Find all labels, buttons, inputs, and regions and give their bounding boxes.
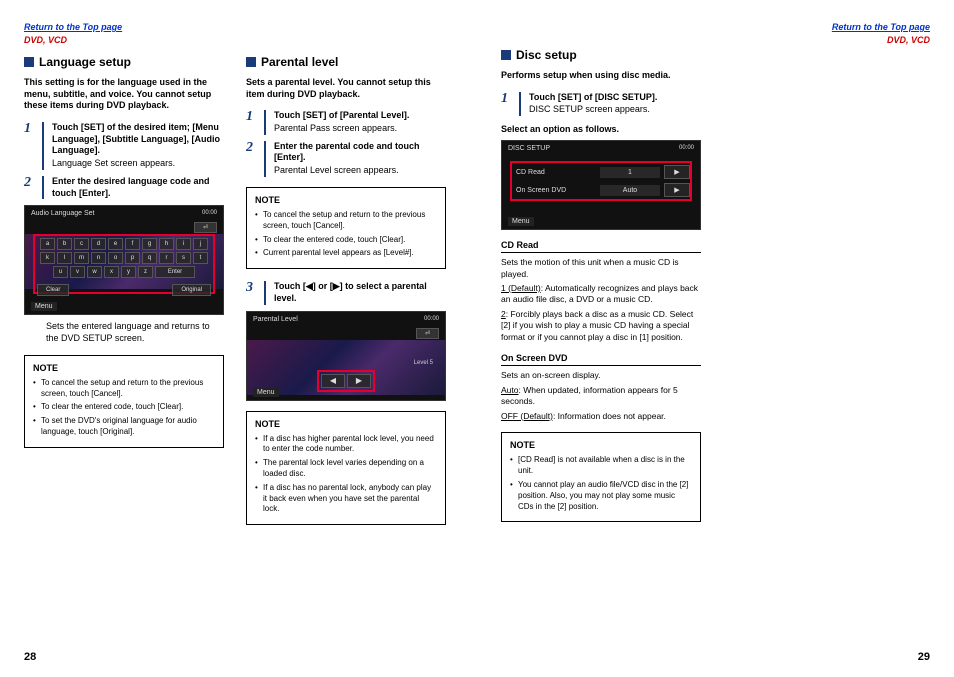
menu-button[interactable]: Menu <box>31 302 57 311</box>
key[interactable]: y <box>121 266 136 278</box>
step-number: 2 <box>24 176 36 199</box>
return-link-right[interactable]: Return to the Top page <box>832 22 930 32</box>
note-box-parental-2: NOTE If a disc has higher parental lock … <box>246 411 446 526</box>
section-tag-right: DVD, VCD <box>832 35 930 45</box>
note-box-disc: NOTE [CD Read] is not available when a d… <box>501 432 701 522</box>
key[interactable]: x <box>104 266 119 278</box>
key[interactable]: a <box>40 238 55 250</box>
option-body-cd-read: Sets the motion of this unit when a musi… <box>501 257 701 343</box>
section-marker <box>24 57 34 67</box>
page-left: Return to the Top page DVD, VCD Language… <box>0 0 477 677</box>
screenshot-language-keyboard: Audio Language Set 00:00 ⏎ abcdefghij kl… <box>24 205 224 315</box>
original-button[interactable]: Original <box>172 284 211 296</box>
col-disc: Disc setup Performs setup when using dis… <box>501 48 701 522</box>
key[interactable]: o <box>108 252 123 264</box>
parental-step-3: 3 Touch [◀] or [▶] to select a parental … <box>246 281 446 304</box>
language-step-2: 2 Enter the desired language code and to… <box>24 176 224 199</box>
back-button[interactable]: ⏎ <box>194 222 217 233</box>
return-link-left[interactable]: Return to the Top page <box>24 22 122 32</box>
key[interactable]: i <box>176 238 191 250</box>
level-indicator: Level 5 <box>414 360 433 366</box>
disc-row-osd: On Screen DVD Auto ▶ <box>512 181 690 199</box>
key[interactable]: l <box>57 252 72 264</box>
col-language: Language setup This setting is for the l… <box>24 55 224 525</box>
language-result: Sets the entered language and returns to… <box>46 321 224 344</box>
key[interactable]: c <box>74 238 89 250</box>
clear-button[interactable]: Clear <box>37 284 69 296</box>
enter-key[interactable]: Enter <box>155 266 195 278</box>
play-icon[interactable]: ▶ <box>664 165 690 179</box>
key[interactable]: v <box>70 266 85 278</box>
note-box-language: NOTE To cancel the setup and return to t… <box>24 355 224 448</box>
option-body-osd: Sets an on-screen display. Auto: When up… <box>501 370 701 422</box>
key[interactable]: f <box>125 238 140 250</box>
screenshot-parental-level: Parental Level 00:00 ⏎ Level 5 ◀ ▶ Menu <box>246 311 446 401</box>
key[interactable]: g <box>142 238 157 250</box>
page-number-right: 29 <box>918 651 930 663</box>
page-number-left: 28 <box>24 651 36 663</box>
note-box-parental-1: NOTE To cancel the setup and return to t… <box>246 187 446 269</box>
back-button[interactable]: ⏎ <box>416 328 439 339</box>
highlight-frame: CD Read 1 ▶ On Screen DVD Auto ▶ <box>510 161 692 201</box>
key[interactable]: j <box>193 238 208 250</box>
key[interactable]: p <box>125 252 140 264</box>
menu-button[interactable]: Menu <box>253 388 279 397</box>
step-number: 1 <box>24 122 36 170</box>
key[interactable]: n <box>91 252 106 264</box>
key[interactable]: r <box>159 252 174 264</box>
key[interactable]: w <box>87 266 102 278</box>
col-parental: Parental level Sets a parental level. Yo… <box>246 55 446 525</box>
key[interactable]: z <box>138 266 153 278</box>
parental-step-2: 2 Enter the parental code and touch [Ent… <box>246 141 446 177</box>
cd-read-value: 1 <box>600 167 660 178</box>
language-intro: This setting is for the language used in… <box>24 77 224 112</box>
play-icon[interactable]: ▶ <box>664 183 690 197</box>
parental-intro: Sets a parental level. You cannot setup … <box>246 77 446 100</box>
key[interactable]: u <box>53 266 68 278</box>
key[interactable]: h <box>159 238 174 250</box>
screenshot-disc-setup: DISC SETUP 00:00 CD Read 1 ▶ On Screen D… <box>501 140 701 230</box>
menu-button[interactable]: Menu <box>508 217 534 226</box>
disc-row-cd-read: CD Read 1 ▶ <box>512 163 690 181</box>
option-head-osd: On Screen DVD <box>501 353 701 366</box>
key[interactable]: d <box>91 238 106 250</box>
prev-arrow-icon[interactable]: ◀ <box>321 374 345 388</box>
section-marker <box>246 57 256 67</box>
key[interactable]: t <box>193 252 208 264</box>
option-head-cd-read: CD Read <box>501 240 701 253</box>
next-arrow-icon[interactable]: ▶ <box>347 374 371 388</box>
parental-step-1: 1 Touch [SET] of [Parental Level].Parent… <box>246 110 446 134</box>
section-title-parental: Parental level <box>261 55 338 69</box>
key[interactable]: q <box>142 252 157 264</box>
section-marker <box>501 50 511 60</box>
key[interactable]: s <box>176 252 191 264</box>
section-title-disc: Disc setup <box>516 48 577 62</box>
key[interactable]: b <box>57 238 72 250</box>
disc-intro: Performs setup when using disc media. <box>501 70 701 82</box>
select-option-line: Select an option as follows. <box>501 124 701 134</box>
key[interactable]: k <box>40 252 55 264</box>
key[interactable]: e <box>108 238 123 250</box>
key[interactable]: m <box>74 252 89 264</box>
disc-step-1: 1 Touch [SET] of [DISC SETUP].DISC SETUP… <box>501 92 701 116</box>
section-title-language: Language setup <box>39 55 131 69</box>
language-step-1: 1 Touch [SET] of the desired item; [Menu… <box>24 122 224 170</box>
section-tag-left: DVD, VCD <box>24 35 453 45</box>
highlight-frame: ◀ ▶ <box>317 370 375 392</box>
page-right: Return to the Top page DVD, VCD Disc set… <box>477 0 954 677</box>
keyboard: abcdefghij klmnopqrst uvwxyz Enter <box>37 238 211 280</box>
osd-value: Auto <box>600 185 660 196</box>
